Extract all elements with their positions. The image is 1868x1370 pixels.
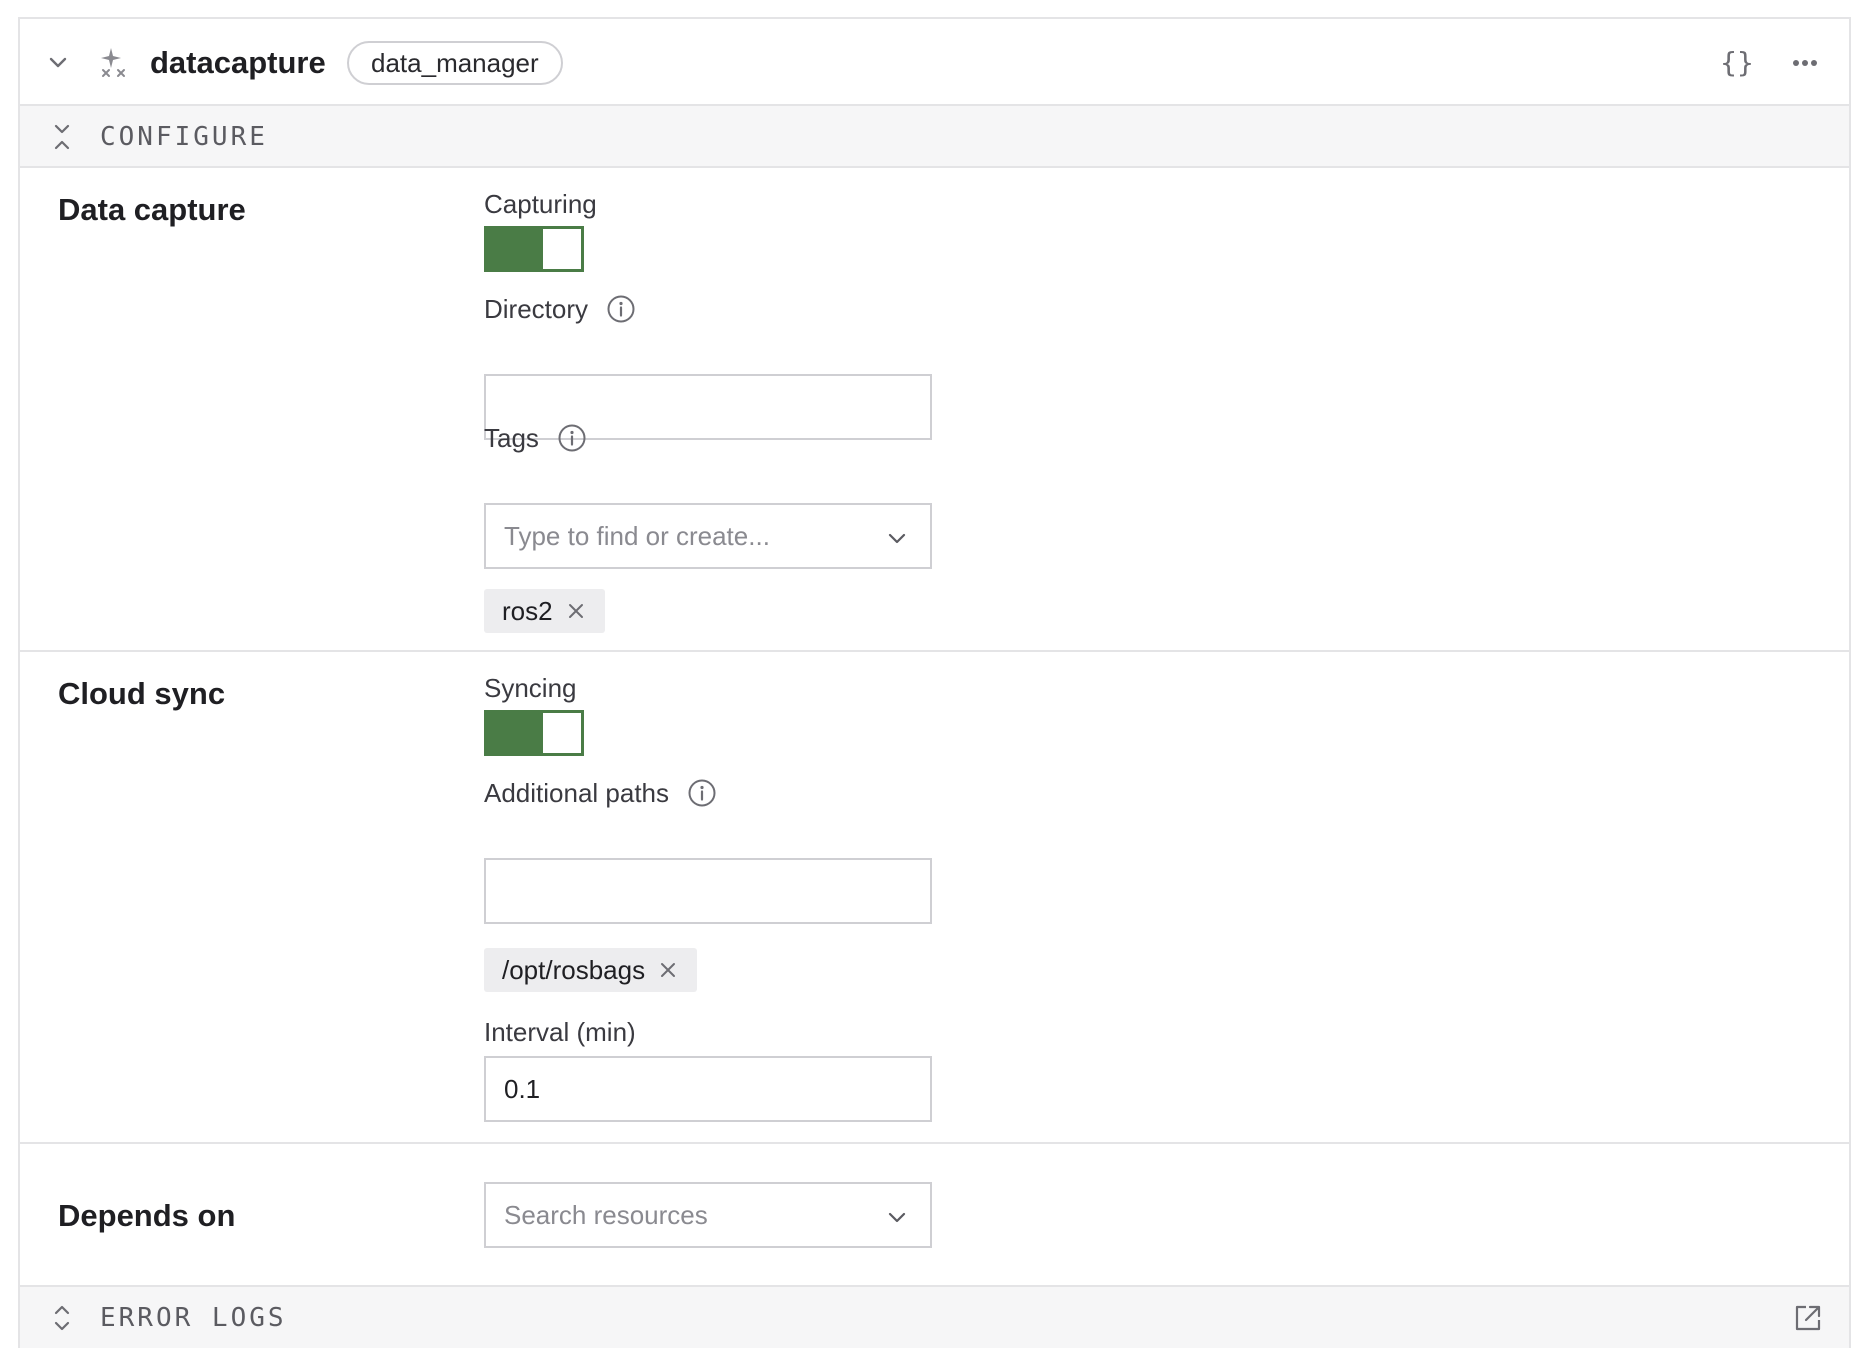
depends-on-section: Depends on Search resources [20,1144,1849,1285]
syncing-toggle[interactable] [484,710,584,756]
tags-placeholder: Type to find or create... [504,521,770,551]
error-logs-bar[interactable]: ERROR LOGS [20,1285,1849,1348]
more-options-icon[interactable] [1785,45,1825,81]
chevron-down-icon[interactable] [886,527,908,549]
search-resources-dropdown[interactable]: Search resources [484,1182,932,1248]
tags-label-text: Tags [484,423,539,453]
data-capture-title: Data capture [58,192,246,227]
resource-name: datacapture [150,45,326,80]
chevron-down-icon[interactable] [44,49,72,77]
toggle-knob [543,713,581,753]
card-header: datacapture data_manager {} [20,19,1849,106]
info-icon[interactable] [606,294,636,324]
additional-paths-input[interactable] [484,858,932,924]
data-capture-section: Data capture Capturing Directory Tags Ty… [20,168,1849,652]
service-sparkle-icon [101,48,125,77]
capturing-toggle[interactable] [484,226,584,272]
tag-chip: ros2 [484,589,605,633]
tag-chip-label: ros2 [502,596,553,626]
open-external-icon[interactable] [1793,1303,1823,1333]
error-logs-label: ERROR LOGS [100,1303,287,1333]
capturing-label-text: Capturing [484,189,597,219]
interval-label-text: Interval (min) [484,1017,636,1047]
configure-label: CONFIGURE [100,122,268,152]
remove-tag-icon[interactable] [567,602,585,620]
path-chip-label: /opt/rosbags [502,955,646,985]
json-braces-icon[interactable]: {} [1717,45,1757,81]
directory-label-text: Directory [484,294,589,324]
depends-on-title: Depends on [58,1198,236,1233]
tags-dropdown[interactable]: Type to find or create... [484,503,932,569]
capturing-label: Capturing [484,188,597,220]
search-resources-placeholder: Search resources [504,1200,708,1230]
tags-label: Tags [484,422,587,454]
resource-card: datacapture data_manager {} CONFIGURE Da… [18,17,1851,1348]
path-chip: /opt/rosbags [484,948,698,992]
remove-path-icon[interactable] [659,961,677,979]
cloud-sync-title: Cloud sync [58,676,226,711]
syncing-label-text: Syncing [484,673,577,703]
additional-paths-label: Additional paths [484,777,717,809]
info-icon[interactable] [687,778,717,808]
chevron-down-icon[interactable] [886,1206,908,1228]
toggle-knob [543,229,581,269]
additional-paths-label-text: Additional paths [484,778,670,808]
directory-label: Directory [484,293,636,325]
interval-label: Interval (min) [484,1016,636,1048]
expand-icon[interactable] [50,1303,74,1333]
info-icon[interactable] [557,423,587,453]
cloud-sync-section: Cloud sync Syncing Additional paths /opt… [20,652,1849,1144]
syncing-label: Syncing [484,672,577,704]
collapse-icon[interactable] [50,122,74,152]
model-badge: data_manager [347,41,563,85]
interval-input[interactable]: 0.1 [484,1056,932,1122]
configure-bar[interactable]: CONFIGURE [20,106,1849,168]
